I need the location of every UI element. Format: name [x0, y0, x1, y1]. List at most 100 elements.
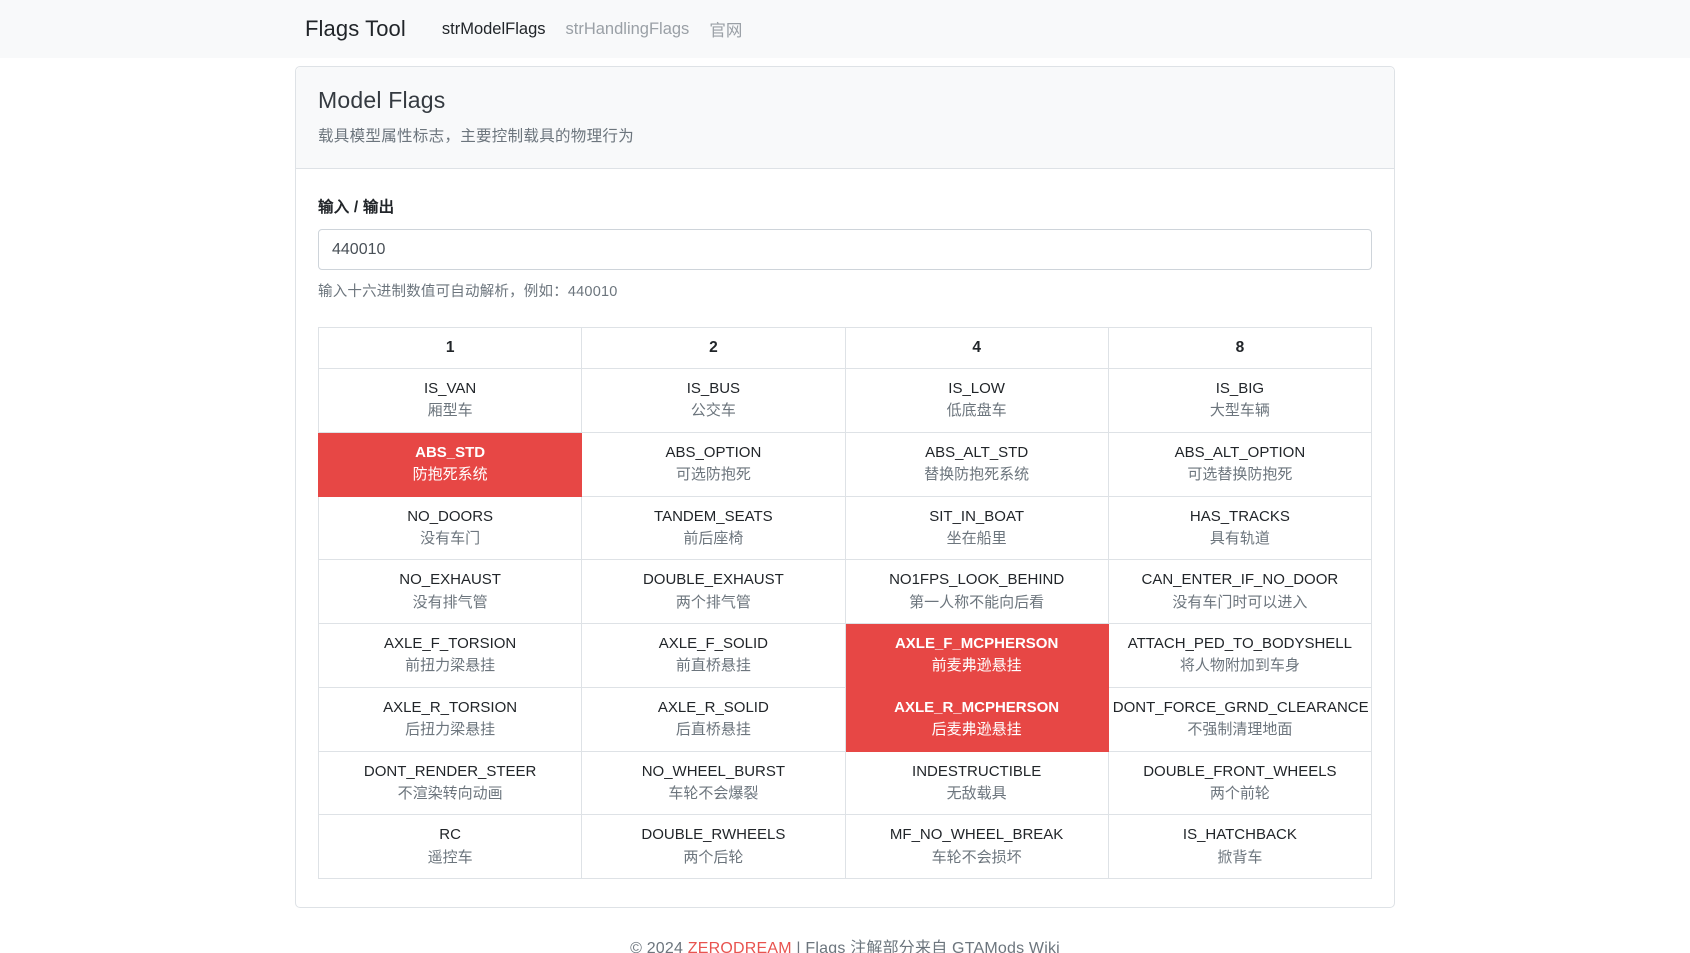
flag-description: 第一人称不能向后看 [909, 593, 1045, 611]
flag-description: 两个排气管 [675, 593, 751, 611]
column-header-1: 1 [317, 327, 583, 369]
flag-description: 遥控车 [427, 848, 473, 866]
table-row: IS_VAN 厢型车 IS_BUS 公交车 IS_LOW 低底盘车 IS_BIG 大型车辆 [317, 368, 1373, 433]
flag-name: DOUBLE_FRONT_WHEELS [1143, 762, 1337, 780]
flag-description: 没有车门 [420, 529, 481, 547]
flag-description: 后麦弗逊悬挂 [931, 721, 1022, 738]
flag-name: ATTACH_PED_TO_BODYSHELL [1127, 635, 1352, 652]
table-row: AXLE_F_TORSION 前扭力梁悬挂 AXLE_F_SOLID 前直桥悬挂 AXL… [317, 623, 1373, 688]
flag-cell-abs-alt-option[interactable]: ABS_ALT_OPTION 可选替换防抱死 [1107, 431, 1373, 497]
table-row: NO_EXHAUST 没有排气管 DOUBLE_EXHAUST 两个排气管 NO1FPS… [317, 559, 1373, 624]
flag-name: ABS_ALT_OPTION [1174, 443, 1306, 461]
flag-name: TANDEM_SEATS [654, 507, 773, 525]
flag-cell-axle-f-solid[interactable]: AXLE_F_SOLID 前直桥悬挂 [581, 623, 846, 688]
table-header-row: 1 2 4 8 [317, 327, 1373, 369]
flag-cell-axle-f-torsion[interactable]: AXLE_F_TORSION 前扭力梁悬挂 [317, 623, 583, 688]
flag-cell-has-tracks[interactable]: HAS_TRACKS 具有轨道 [1107, 495, 1373, 561]
flag-name: ABS_OPTION [665, 443, 762, 461]
flag-cell-double-front-wheels[interactable]: DOUBLE_FRONT_WHEELS 两个前轮 [1107, 750, 1373, 816]
flag-description: 两个后轮 [683, 848, 744, 866]
flag-cell-axle-r-solid[interactable]: AXLE_R_SOLID 后直桥悬挂 [581, 686, 846, 752]
flag-description: 厢型车 [427, 402, 473, 420]
footer-author-link[interactable]: ZERODREAM [688, 940, 792, 953]
flag-description: 防抱死系统 [412, 466, 488, 483]
flag-cell-is-hatchback[interactable]: IS_HATCHBACK 掀背车 [1107, 814, 1373, 879]
flag-cell-dont-render-steer[interactable]: DONT_RENDER_STEER 不渲染转向动画 [317, 750, 583, 816]
page-footer: © 2024 ZERODREAM | Flags 注解部分来自 GTAMods … [0, 908, 1690, 953]
nav-link-strmodelflags[interactable]: strModelFlags [432, 20, 556, 39]
flag-name: DOUBLE_EXHAUST [642, 571, 784, 589]
flag-description: 掀背车 [1217, 848, 1263, 866]
flag-cell-rc[interactable]: RC 遥控车 [317, 814, 583, 879]
flag-cell-dont-force-grnd-clearance[interactable]: DONT_FORCE_GRND_CLEARANCE 不强制清理地面 [1107, 686, 1373, 752]
flag-description: 后扭力梁悬挂 [405, 721, 496, 738]
flags-table: 1 2 4 8 IS_VAN 厢型车 IS_BUS 公交车 IS_LOW 低底盘车 IS_B… [317, 327, 1373, 879]
table-row: AXLE_R_TORSION 后扭力梁悬挂 AXLE_R_SOLID 后直桥悬挂 AXL… [317, 686, 1373, 752]
flag-cell-mf-no-wheel-break[interactable]: MF_NO_WHEEL_BREAK 车轮不会损坏 [844, 814, 1109, 879]
app-brand[interactable]: Flags Tool [305, 16, 406, 42]
flag-name: IS_HATCHBACK [1182, 826, 1297, 844]
flag-cell-sit-in-boat[interactable]: SIT_IN_BOAT 坐在船里 [844, 495, 1109, 561]
flag-cell-indestructible[interactable]: INDESTRUCTIBLE 无敌载具 [844, 750, 1109, 816]
card-header: Model Flags 载具模型属性标志，主要控制载具的物理行为 [296, 67, 1394, 169]
flag-cell-no1fps-look-behind[interactable]: NO1FPS_LOOK_BEHIND 第一人称不能向后看 [844, 559, 1109, 624]
flag-name: NO_EXHAUST [399, 571, 501, 589]
flag-name: DONT_FORCE_GRND_CLEARANCE [1112, 698, 1369, 716]
input-help-text: 输入十六进制数值可自动解析，例如：440010 [318, 284, 618, 300]
flag-name: DONT_RENDER_STEER [363, 762, 537, 780]
table-row: RC 遥控车 DOUBLE_RWHEELS 两个后轮 MF_NO_WHEEL_BREAK… [317, 814, 1373, 879]
flag-description: 具有轨道 [1209, 529, 1270, 547]
flag-description: 两个前轮 [1209, 784, 1270, 802]
flag-cell-is-van[interactable]: IS_VAN 厢型车 [317, 368, 583, 433]
flag-name: AXLE_F_MCPHERSON [894, 635, 1059, 652]
page-subtitle: 载具模型属性标志，主要控制载具的物理行为 [318, 128, 635, 145]
flag-cell-no-wheel-burst[interactable]: NO_WHEEL_BURST 车轮不会爆裂 [581, 750, 846, 816]
flag-cell-abs-option[interactable]: ABS_OPTION 可选防抱死 [581, 431, 846, 497]
flag-cell-abs-std[interactable]: ABS_STD 防抱死系统 [317, 431, 583, 497]
flag-description: 没有排气管 [412, 593, 488, 611]
flag-cell-is-big[interactable]: IS_BIG 大型车辆 [1107, 368, 1373, 433]
flag-description: 将人物附加到车身 [1179, 657, 1300, 675]
page-title: Model Flags [318, 87, 446, 113]
flag-cell-is-low[interactable]: IS_LOW 低底盘车 [844, 368, 1109, 433]
flag-cell-double-exhaust[interactable]: DOUBLE_EXHAUST 两个排气管 [581, 559, 846, 624]
flag-description: 不渲染转向动画 [397, 784, 503, 802]
flag-name: MF_NO_WHEEL_BREAK [889, 826, 1064, 844]
flag-name: AXLE_F_SOLID [658, 635, 768, 652]
flag-cell-axle-f-mcpherson[interactable]: AXLE_F_MCPHERSON 前麦弗逊悬挂 [844, 623, 1109, 688]
flag-cell-double-rwheels[interactable]: DOUBLE_RWHEELS 两个后轮 [581, 814, 846, 879]
footer-suffix: | Flags 注解部分来自 GTAMods Wiki [791, 940, 1060, 953]
flag-cell-attach-ped-to-bodyshell[interactable]: ATTACH_PED_TO_BODYSHELL 将人物附加到车身 [1107, 623, 1373, 688]
table-row: NO_DOORS 没有车门 TANDEM_SEATS 前后座椅 SIT_IN_BOAT 坐… [317, 495, 1373, 561]
flag-description: 后直桥悬挂 [675, 721, 751, 738]
flags-value-input[interactable] [318, 229, 1372, 270]
flag-name: IS_BUS [686, 380, 741, 397]
input-output-label: 输入 / 输出 [318, 199, 395, 216]
flag-cell-axle-r-mcpherson[interactable]: AXLE_R_MCPHERSON 后麦弗逊悬挂 [844, 686, 1109, 752]
flag-name: SIT_IN_BOAT [929, 507, 1024, 525]
card-body: 输入 / 输出 输入十六进制数值可自动解析，例如：440010 1 2 4 8 … [296, 169, 1394, 907]
column-header-8: 8 [1107, 327, 1373, 369]
flag-description: 不强制清理地面 [1187, 721, 1293, 738]
nav-link-strhandlingflags[interactable]: strHandlingFlags [556, 20, 700, 39]
flag-name: AXLE_F_TORSION [383, 635, 517, 652]
flag-description: 坐在船里 [946, 529, 1007, 547]
flag-name: NO1FPS_LOOK_BEHIND [889, 571, 1065, 589]
nav-link-official-site[interactable]: 官网 [699, 17, 752, 41]
flag-cell-no-exhaust[interactable]: NO_EXHAUST 没有排气管 [317, 559, 583, 624]
flags-table-body: IS_VAN 厢型车 IS_BUS 公交车 IS_LOW 低底盘车 IS_BIG 大型车辆 AB… [317, 368, 1373, 879]
flag-description: 没有车门时可以进入 [1172, 593, 1308, 611]
table-row: DONT_RENDER_STEER 不渲染转向动画 NO_WHEEL_BURST 车轮… [317, 750, 1373, 816]
flag-description: 前扭力梁悬挂 [405, 657, 496, 675]
flag-description: 前后座椅 [683, 529, 744, 547]
flag-name: IS_VAN [424, 380, 477, 397]
table-row: ABS_STD 防抱死系统 ABS_OPTION 可选防抱死 ABS_ALT_STD 替换… [317, 431, 1373, 497]
flag-cell-tandem-seats[interactable]: TANDEM_SEATS 前后座椅 [581, 495, 846, 561]
flag-cell-is-bus[interactable]: IS_BUS 公交车 [581, 368, 846, 433]
flag-name: AXLE_R_SOLID [657, 698, 769, 716]
flag-cell-can-enter-if-no-door[interactable]: CAN_ENTER_IF_NO_DOOR 没有车门时可以进入 [1107, 559, 1373, 624]
flag-description: 替换防抱死系统 [924, 466, 1030, 483]
flag-cell-no-doors[interactable]: NO_DOORS 没有车门 [317, 495, 583, 561]
flag-cell-abs-alt-std[interactable]: ABS_ALT_STD 替换防抱死系统 [844, 431, 1109, 497]
flag-cell-axle-r-torsion[interactable]: AXLE_R_TORSION 后扭力梁悬挂 [317, 686, 583, 752]
